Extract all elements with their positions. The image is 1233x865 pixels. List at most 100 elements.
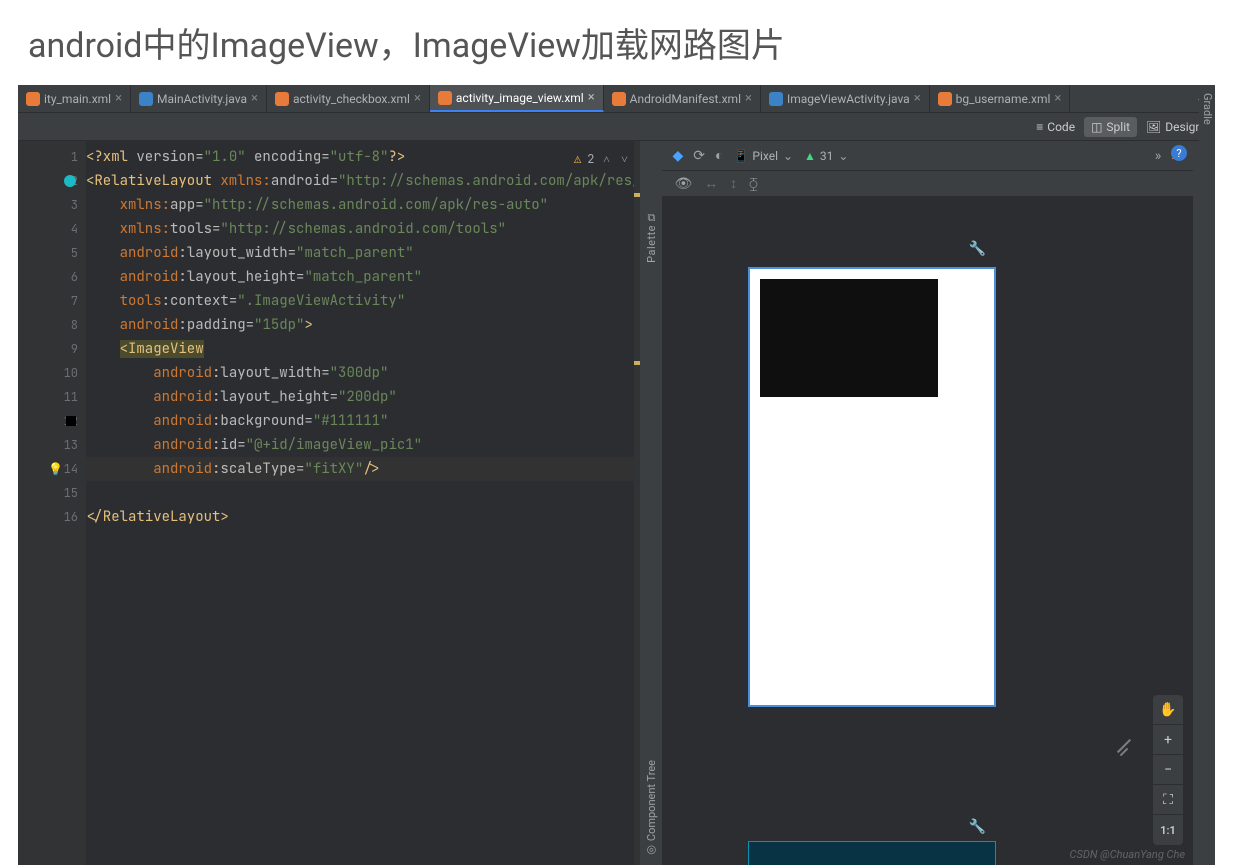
tab-bg-username[interactable]: bg_username.xml × <box>930 85 1071 112</box>
page-title: android中的ImageView，ImageView加载网路图片 <box>0 0 1233 79</box>
code-token: "200dp" <box>338 388 397 406</box>
close-icon[interactable]: × <box>914 91 921 106</box>
code-token: "fitXY" <box>304 460 363 478</box>
code-token: : <box>178 268 186 286</box>
tab-label: activity_checkbox.xml <box>293 92 410 106</box>
code-token: android <box>153 436 212 454</box>
viewmode-split[interactable]: ◫ Split <box>1084 117 1137 137</box>
eye-icon[interactable]: 👁 <box>674 176 692 192</box>
code-token <box>86 460 153 478</box>
viewmode-code[interactable]: ≡ Code <box>1029 117 1082 137</box>
code-token: encoding <box>246 148 322 166</box>
chevron-up-icon[interactable]: ˄ <box>600 147 612 171</box>
preview-canvas[interactable]: 🔧 ✋ + − ⛶ 1:1 🔧 <box>662 197 1193 865</box>
imageview-preview[interactable] <box>760 279 938 397</box>
code-token: android <box>153 388 212 406</box>
tab-label: ImageViewActivity.java <box>787 92 910 106</box>
arrows-v-icon[interactable]: ↕ <box>730 175 737 192</box>
zoom-fit-button[interactable]: ⛶ <box>1153 785 1183 815</box>
tab-android-manifest[interactable]: AndroidManifest.xml × <box>604 85 761 112</box>
wrench-icon[interactable]: 🔧 <box>968 241 985 257</box>
orientation-icon[interactable]: ⟳ <box>693 148 705 164</box>
zoom-out-button[interactable]: − <box>1153 755 1183 785</box>
code-token: android <box>271 172 330 190</box>
device-label: Pixel <box>752 149 778 163</box>
code-token: tools <box>170 220 212 238</box>
tab-activity-image-view[interactable]: activity_image_view.xml × <box>430 85 604 112</box>
close-icon[interactable]: × <box>251 91 258 106</box>
code-token: "15dp" <box>254 316 304 334</box>
zoom-11-button[interactable]: 1:1 <box>1153 815 1183 845</box>
component-tree-text: Component Tree <box>645 760 658 841</box>
image-icon: 🖼 <box>1146 120 1161 134</box>
right-toolstrip[interactable]: Gradle <box>1199 85 1215 865</box>
xml-file-icon <box>26 92 40 106</box>
inspection-summary[interactable]: ⚠ 2 ˄ ˅ <box>574 147 630 171</box>
tab-label: MainActivity.java <box>157 92 247 106</box>
surface-icon[interactable]: ◆ <box>672 148 683 164</box>
api-selector[interactable]: ▲ 31 ⌄ <box>804 149 849 163</box>
wrench-icon[interactable]: 🔧 <box>968 819 985 835</box>
color-swatch-icon[interactable] <box>66 416 76 426</box>
split-icon: ◫ <box>1091 120 1102 134</box>
night-mode-icon[interactable]: ◐ <box>715 147 723 164</box>
line-number: 5 <box>71 245 78 261</box>
more-icon[interactable]: » <box>1155 148 1162 164</box>
code-token: "@+id/imageView_pic1" <box>246 436 422 454</box>
code-area[interactable]: ⚠ 2 ˄ ˅ <?xml version="1.0" encoding="ut… <box>86 141 640 865</box>
close-icon[interactable]: × <box>414 91 421 106</box>
tab-ity-main[interactable]: ity_main.xml × <box>18 85 131 112</box>
class-icon[interactable] <box>64 175 76 187</box>
code-token <box>86 268 120 286</box>
component-tree-strip[interactable]: ◎ Component Tree <box>640 695 662 865</box>
tab-mainactivity[interactable]: MainActivity.java × <box>131 85 267 112</box>
code-token: "http://schemas.android.com/apk/res/andr… <box>338 172 640 190</box>
line-number: 3 <box>71 197 78 213</box>
palette-label: Palette <box>645 225 658 263</box>
line-number: 13 <box>64 437 78 453</box>
device-selector[interactable]: 📱 Pixel ⌄ <box>733 149 794 163</box>
pan-button[interactable]: ✋ <box>1153 695 1183 725</box>
code-token: android <box>153 460 212 478</box>
code-token: android <box>153 412 212 430</box>
code-token: : <box>162 292 170 310</box>
component-tree-label: ◎ Component Tree <box>645 760 658 857</box>
help-icon[interactable]: ? <box>1171 145 1187 161</box>
lightbulb-icon[interactable]: 💡 <box>48 461 63 477</box>
code-token: android <box>120 244 179 262</box>
xml-file-icon <box>938 92 952 106</box>
chevron-down-icon[interactable]: ˅ <box>618 147 630 171</box>
code-token: layout_height <box>187 268 296 286</box>
blueprint-preview[interactable] <box>748 841 996 865</box>
tab-activity-checkbox[interactable]: activity_checkbox.xml × <box>267 85 430 112</box>
viewmode-label: Split <box>1106 120 1130 134</box>
code-token <box>86 436 153 454</box>
code-token: > <box>304 316 312 334</box>
layout-preview-pane: ⧉ Palette ◎ Component Tree ◆ ⟳ ◐ 📱 Pixel… <box>640 141 1215 865</box>
resize-handle-icon[interactable] <box>1107 733 1131 757</box>
code-token: background <box>220 412 304 430</box>
code-token: "300dp" <box>330 364 389 382</box>
tab-label: activity_image_view.xml <box>456 91 584 105</box>
magnet-icon[interactable]: ⧲ <box>749 176 757 192</box>
code-token: xmlns: <box>220 172 270 190</box>
line-number: 4 <box>71 221 78 237</box>
viewmode-label: Design <box>1165 120 1202 134</box>
code-token <box>86 292 120 310</box>
code-token <box>86 388 153 406</box>
close-icon[interactable]: × <box>1054 91 1061 106</box>
code-token: version <box>136 148 195 166</box>
tab-imageview-activity[interactable]: ImageViewActivity.java × <box>761 85 930 112</box>
code-token: "http://schemas.android.com/tools" <box>220 220 506 238</box>
code-token: = <box>195 148 203 166</box>
code-token: ".ImageViewActivity" <box>237 292 405 310</box>
device-frame[interactable] <box>748 267 996 707</box>
close-icon[interactable]: × <box>745 91 752 106</box>
close-icon[interactable]: × <box>588 90 595 105</box>
zoom-in-button[interactable]: + <box>1153 725 1183 755</box>
close-icon[interactable]: × <box>115 91 122 106</box>
code-token: context <box>170 292 229 310</box>
tab-label: bg_username.xml <box>956 92 1051 106</box>
arrows-h-icon[interactable]: ↔ <box>704 175 718 192</box>
code-token: = <box>288 244 296 262</box>
